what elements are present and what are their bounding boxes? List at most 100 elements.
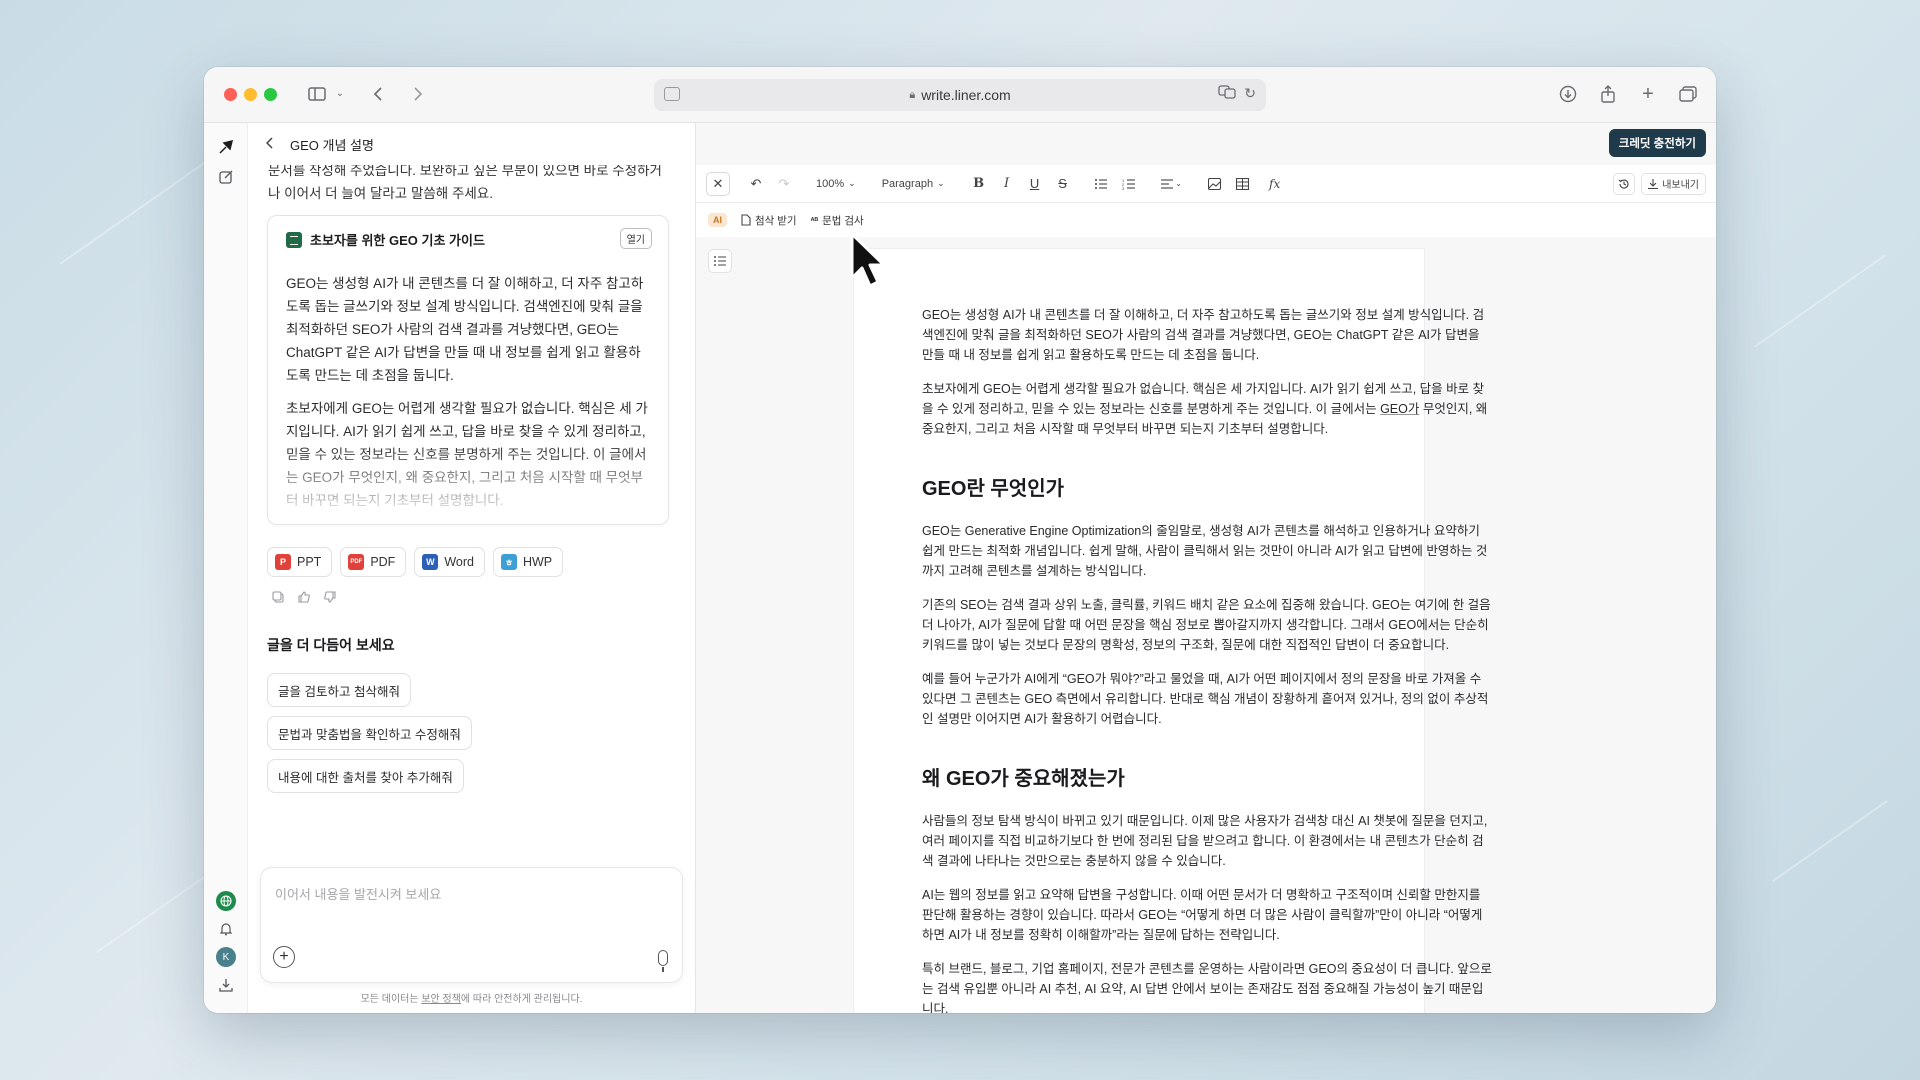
minimize-window-button[interactable] xyxy=(244,88,257,101)
document-content[interactable]: GEO는 생성형 AI가 내 콘텐츠를 더 잘 이해하고, 더 자주 참고하도록… xyxy=(922,305,1494,1013)
liner-logo-icon[interactable] xyxy=(216,137,236,157)
background-streak xyxy=(1772,800,1888,882)
mouse-cursor-icon xyxy=(850,232,886,288)
document-icon xyxy=(286,231,302,248)
review-button[interactable]: 첨삭 받기 xyxy=(741,213,797,228)
chevron-down-icon[interactable]: ⌄ xyxy=(334,83,346,105)
undo-icon[interactable]: ↶ xyxy=(746,171,766,197)
maximize-window-button[interactable] xyxy=(264,88,277,101)
chat-title: GEO 개념 설명 xyxy=(290,137,374,153)
svg-text:3: 3 xyxy=(1122,186,1125,190)
download-icon[interactable] xyxy=(1558,83,1578,105)
bold-icon[interactable]: B xyxy=(969,171,989,197)
ai-badge[interactable]: AI xyxy=(708,213,727,227)
suggestion-chip[interactable]: 글을 검토하고 첨삭해줘 xyxy=(267,673,411,707)
assistant-message-text: 문서를 작성해 주었습니다. 보완하고 싶은 부분이 있으면 바로 수정하거나 … xyxy=(268,165,662,201)
export-pdf-button[interactable]: PDF PDF xyxy=(340,547,407,577)
new-document-icon[interactable] xyxy=(216,167,236,187)
browser-window: ⌄ 🔒︎ write.liner.com ↻ + K GEO 개념 설명 문서를… xyxy=(204,67,1716,1013)
document-page[interactable]: GEO는 생성형 AI가 내 콘텐츠를 더 잘 이해하고, 더 자주 참고하도록… xyxy=(854,249,1492,1013)
export-buttons: P PPT PDF PDF W Word ㅎ HWP xyxy=(267,547,564,577)
bullet-list-icon[interactable] xyxy=(1091,171,1111,197)
document-preview-card[interactable]: 초보자를 위한 GEO 기초 가이드 열기 GEO는 생성형 AI가 내 콘텐츠… xyxy=(267,215,669,525)
security-policy-link[interactable]: 보안 정책 xyxy=(421,994,461,1005)
chevron-down-icon: ⌄ xyxy=(848,178,856,188)
doc-card-title-text: 초보자를 위한 GEO 기초 가이드 xyxy=(310,233,485,248)
close-window-button[interactable] xyxy=(224,88,237,101)
block-style-dropdown[interactable]: Paragraph ⌄ xyxy=(882,171,945,197)
bell-icon[interactable] xyxy=(216,919,236,939)
security-footnote: 모든 데이터는 보안 정책에 따라 안전하게 관리됩니다. xyxy=(248,990,695,1005)
globe-icon[interactable] xyxy=(216,891,236,911)
doc-card-title: 초보자를 위한 GEO 기초 가이드 xyxy=(286,230,485,249)
numbered-list-icon[interactable]: 123 xyxy=(1119,171,1139,197)
paragraph: 예를 들어 누군가가 AI에게 “GEO가 뭐야?”라고 물었을 때, AI가 … xyxy=(922,672,1489,726)
sidebar-toggle-icon[interactable] xyxy=(306,83,328,105)
refine-section-title: 글을 더 다듬어 보세요 xyxy=(267,637,395,653)
feedback-row xyxy=(272,591,336,606)
section-heading: GEO란 무엇인가 xyxy=(922,478,1065,500)
close-editor-icon[interactable]: ✕ xyxy=(706,171,730,196)
lock-icon: 🔒︎ xyxy=(909,88,916,101)
editor-panel: 크레딧 충전하기 ✕ ↶ ↷ 100% ⌄ Paragraph ⌄ B I U S xyxy=(696,123,1716,1013)
underlined-text: GEO가 xyxy=(1380,402,1420,416)
word-icon: W xyxy=(422,554,439,570)
paragraph: 초보자에게 GEO는 어렵게 생각할 필요가 없습니다. 핵심은 세 가지입니다… xyxy=(922,379,1494,439)
suggestion-chip[interactable]: 내용에 대한 출처를 찾아 추가해줘 xyxy=(267,759,464,793)
reload-icon[interactable]: ↻ xyxy=(1244,85,1256,102)
paragraph: 사람들의 정보 탐색 방식이 바뀌고 있기 때문입니다. 이제 많은 사용자가 … xyxy=(922,814,1488,868)
back-arrow-icon[interactable] xyxy=(370,83,386,105)
history-icon[interactable] xyxy=(1613,172,1636,195)
page-menu-icon[interactable] xyxy=(664,87,680,101)
grammar-label: 문법 검사 xyxy=(822,214,864,227)
pdf-icon: PDF xyxy=(348,554,365,570)
chevron-down-icon: ⌄ xyxy=(1175,179,1182,188)
export-document-button[interactable]: 내보내기 xyxy=(1641,172,1706,195)
section-heading: 왜 GEO가 중요해졌는가 xyxy=(922,768,1125,790)
underline-icon[interactable]: U xyxy=(1025,171,1045,197)
new-tab-icon[interactable]: + xyxy=(1638,83,1658,105)
zoom-dropdown[interactable]: 100% ⌄ xyxy=(816,171,856,197)
open-button[interactable]: 열기 xyxy=(619,228,652,249)
charge-credit-button[interactable]: 크레딧 충전하기 xyxy=(1608,129,1706,157)
block-style-value: Paragraph xyxy=(881,177,934,190)
thumbs-up-icon[interactable] xyxy=(298,591,310,606)
grammar-check-button[interactable]: ᴬᴮ 문법 검사 xyxy=(811,213,864,228)
thumbs-down-icon[interactable] xyxy=(324,591,336,606)
image-icon[interactable] xyxy=(1205,171,1225,197)
chat-input-placeholder: 이어서 내용을 발전시켜 보세요 xyxy=(275,887,442,902)
italic-icon[interactable]: I xyxy=(997,171,1017,197)
redo-icon[interactable]: ↷ xyxy=(774,171,794,197)
export-hwp-button[interactable]: ㅎ HWP xyxy=(492,547,564,577)
paragraph: GEO는 Generative Engine Optimization의 줄임말… xyxy=(922,524,1488,578)
microphone-icon[interactable] xyxy=(658,950,668,972)
copy-icon[interactable] xyxy=(272,591,284,606)
align-dropdown[interactable]: ⌄ xyxy=(1159,171,1185,197)
download-tray-icon[interactable] xyxy=(216,975,236,995)
paragraph: AI는 웹의 정보를 읽고 요약해 답변을 구성합니다. 이때 어떤 문서가 더… xyxy=(922,888,1483,942)
table-icon[interactable] xyxy=(1233,171,1253,197)
address-bar[interactable]: 🔒︎ write.liner.com ↻ xyxy=(654,79,1266,111)
chat-input[interactable]: 이어서 내용을 발전시켜 보세요 + xyxy=(260,867,683,983)
formula-icon[interactable]: fx xyxy=(1265,171,1285,197)
share-icon[interactable] xyxy=(1598,83,1618,105)
browser-toolbar: ⌄ 🔒︎ write.liner.com ↻ + xyxy=(204,67,1716,123)
export-label: HWP xyxy=(522,555,553,569)
zoom-value: 100% xyxy=(816,177,845,190)
outline-toggle-icon[interactable] xyxy=(708,249,732,273)
paragraph: 특히 브랜드, 블로그, 기업 홈페이지, 전문가 콘텐츠를 운영하는 사람이라… xyxy=(922,962,1492,1013)
suggestion-chip[interactable]: 문법과 맞춤법을 확인하고 수정해줘 xyxy=(267,716,472,750)
strikethrough-icon[interactable]: S xyxy=(1053,171,1073,197)
forward-arrow-icon[interactable] xyxy=(410,83,426,105)
avatar[interactable]: K xyxy=(216,947,236,967)
translate-icon[interactable] xyxy=(1218,85,1236,102)
hwp-icon: ㅎ xyxy=(500,554,517,570)
export-ppt-button[interactable]: P PPT xyxy=(267,547,333,577)
attach-plus-button[interactable]: + xyxy=(273,946,295,968)
tab-overview-icon[interactable] xyxy=(1678,83,1698,105)
export-word-button[interactable]: W Word xyxy=(414,547,485,577)
doc-card-paragraph: GEO는 생성형 AI가 내 콘텐츠를 더 잘 이해하고, 더 자주 참고하도록… xyxy=(286,276,644,383)
back-chevron-icon[interactable] xyxy=(265,136,274,152)
chat-panel: GEO 개념 설명 문서를 작성해 주었습니다. 보완하고 싶은 부분이 있으면… xyxy=(248,123,696,1013)
icon-rail: K xyxy=(204,123,248,1013)
